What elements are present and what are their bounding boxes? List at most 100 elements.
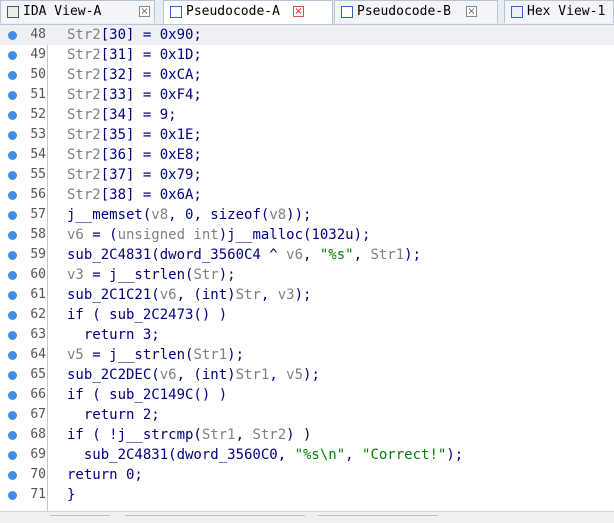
horizontal-scrollbar[interactable] xyxy=(0,511,614,523)
breakpoint-dot-icon[interactable] xyxy=(8,171,17,180)
code-token: if ( !j__strcmp( xyxy=(67,427,202,443)
code-line[interactable]: 64 v5 = j__strlen(Str1); xyxy=(0,345,614,365)
code-text: Str2[32] = 0xCA; xyxy=(67,67,202,83)
line-number: 48 xyxy=(30,27,46,42)
breakpoint-dot-icon[interactable] xyxy=(8,211,17,220)
code-line[interactable]: 55 Str2[37] = 0x79; xyxy=(0,165,614,185)
code-token: , xyxy=(353,247,371,263)
breakpoint-dot-icon[interactable] xyxy=(8,51,17,60)
close-icon[interactable]: × xyxy=(293,6,304,17)
tab-pseudocode-a[interactable]: Pseudocode-A × xyxy=(163,0,333,24)
code-line[interactable]: 69 sub_2C4831(dword_3560C0, "%s\n", "Cor… xyxy=(0,445,614,465)
breakpoint-dot-icon[interactable] xyxy=(8,491,17,500)
code-token: sub_2C4831(dword_3560C4 ^ xyxy=(67,247,287,263)
breakpoint-dot-icon[interactable] xyxy=(8,411,17,420)
code-line[interactable]: 49 Str2[31] = 0x1D; xyxy=(0,45,614,65)
code-line[interactable]: 56 Str2[38] = 0x6A; xyxy=(0,185,614,205)
pseudocode-icon xyxy=(341,6,353,18)
breakpoint-dot-icon[interactable] xyxy=(8,271,17,280)
scrollbar-thumb[interactable] xyxy=(125,515,305,516)
tab-label: Pseudocode-B xyxy=(357,4,451,19)
breakpoint-dot-icon[interactable] xyxy=(8,131,17,140)
code-text: Str2[31] = 0x1D; xyxy=(67,47,202,63)
code-line[interactable]: 67 return 2; xyxy=(0,405,614,425)
line-number: 49 xyxy=(30,47,46,62)
close-icon[interactable]: × xyxy=(139,6,150,17)
code-line[interactable]: 50 Str2[32] = 0xCA; xyxy=(0,65,614,85)
line-number: 57 xyxy=(30,207,46,222)
code-line[interactable]: 54 Str2[36] = 0xE8; xyxy=(0,145,614,165)
pseudocode-editor[interactable]: 48 Str2[30] = 0x90; 49 Str2[31] = 0x1D; 50 St… xyxy=(0,25,614,511)
line-number: 64 xyxy=(30,347,46,362)
code-token: , xyxy=(269,367,287,383)
line-number: 50 xyxy=(30,67,46,82)
breakpoint-dot-icon[interactable] xyxy=(8,351,17,360)
code-line[interactable]: 57 j__memset(v8, 0, sizeof(v8)); xyxy=(0,205,614,225)
breakpoint-dot-icon[interactable] xyxy=(8,331,17,340)
code-line[interactable]: 52 Str2[34] = 9; xyxy=(0,105,614,125)
line-number: 62 xyxy=(30,307,46,322)
code-token: if ( sub_2C149C() ) xyxy=(67,387,228,403)
code-text: sub_2C4831(dword_3560C0, "%s\n", "Correc… xyxy=(67,447,463,463)
code-line[interactable]: 58 v6 = (unsigned int)j__malloc(1032u); xyxy=(0,225,614,245)
code-line[interactable]: 51 Str2[33] = 0xF4; xyxy=(0,85,614,105)
code-text: return 2; xyxy=(67,407,160,423)
identifier: v5 xyxy=(67,347,84,363)
breakpoint-dot-icon[interactable] xyxy=(8,371,17,380)
code-token: sub_2C4831(dword_3560C0, xyxy=(67,447,295,463)
tab-label: Pseudocode-A xyxy=(186,4,280,19)
line-number: 60 xyxy=(30,267,46,282)
identifier: Str2 xyxy=(67,87,101,103)
breakpoint-dot-icon[interactable] xyxy=(8,311,17,320)
breakpoint-dot-icon[interactable] xyxy=(8,151,17,160)
code-line[interactable]: 70 return 0; xyxy=(0,465,614,485)
code-line[interactable]: 63 return 3; xyxy=(0,325,614,345)
code-token: [38] = 0x6A; xyxy=(100,187,202,203)
code-line[interactable]: 68 if ( !j__strcmp(Str1, Str2) ) xyxy=(0,425,614,445)
code-token: ); xyxy=(446,447,464,463)
code-line[interactable]: 66 if ( sub_2C149C() ) xyxy=(0,385,614,405)
code-text: j__memset(v8, 0, sizeof(v8)); xyxy=(67,207,311,223)
breakpoint-dot-icon[interactable] xyxy=(8,91,17,100)
code-line[interactable]: 61 sub_2C1C21(v6, (int)Str, v3); xyxy=(0,285,614,305)
line-number: 59 xyxy=(30,247,46,262)
tab-hex-view-1[interactable]: Hex View-1 xyxy=(504,0,614,23)
tab-ida-view-a[interactable]: IDA View-A × xyxy=(0,0,155,23)
breakpoint-dot-icon[interactable] xyxy=(8,31,17,40)
code-text: if ( sub_2C2473() ) xyxy=(67,307,227,323)
identifier: v3 xyxy=(67,267,84,283)
identifier: Str2 xyxy=(67,67,101,83)
close-icon[interactable]: × xyxy=(466,6,477,17)
breakpoint-dot-icon[interactable] xyxy=(8,431,17,440)
code-text: v6 = (unsigned int)j__malloc(1032u); xyxy=(67,227,370,243)
breakpoint-dot-icon[interactable] xyxy=(8,291,17,300)
code-line[interactable]: 59 sub_2C4831(dword_3560C4 ^ v6, "%s", St… xyxy=(0,245,614,265)
breakpoint-dot-icon[interactable] xyxy=(8,471,17,480)
hex-icon xyxy=(511,6,523,18)
code-token: return 3; xyxy=(67,327,160,343)
code-token: , xyxy=(260,287,278,303)
breakpoint-dot-icon[interactable] xyxy=(8,231,17,240)
breakpoint-dot-icon[interactable] xyxy=(8,71,17,80)
breakpoint-dot-icon[interactable] xyxy=(8,251,17,260)
code-line[interactable]: 71} xyxy=(0,485,614,505)
string-literal: "%s\n" xyxy=(294,447,346,463)
code-token: [33] = 0xF4; xyxy=(100,87,202,103)
breakpoint-dot-icon[interactable] xyxy=(8,191,17,200)
code-line[interactable]: 53 Str2[35] = 0x1E; xyxy=(0,125,614,145)
code-line[interactable]: 48 Str2[30] = 0x90; xyxy=(0,25,614,45)
code-line[interactable]: 62 if ( sub_2C2473() ) xyxy=(0,305,614,325)
identifier: v8 xyxy=(151,207,169,223)
tab-pseudocode-b[interactable]: Pseudocode-B × xyxy=(334,0,498,23)
breakpoint-dot-icon[interactable] xyxy=(8,451,17,460)
line-number: 68 xyxy=(30,427,46,442)
code-text: Str2[36] = 0xE8; xyxy=(67,147,202,163)
breakpoint-dot-icon[interactable] xyxy=(8,391,17,400)
code-line[interactable]: 60 v3 = j__strlen(Str); xyxy=(0,265,614,285)
identifier: Str1 xyxy=(370,247,405,263)
identifier: v6 xyxy=(67,227,84,243)
breakpoint-dot-icon[interactable] xyxy=(8,111,17,120)
identifier: Str2 xyxy=(67,107,101,123)
code-line[interactable]: 65 sub_2C2DEC(v6, (int)Str1, v5); xyxy=(0,365,614,385)
code-text: Str2[33] = 0xF4; xyxy=(67,87,202,103)
